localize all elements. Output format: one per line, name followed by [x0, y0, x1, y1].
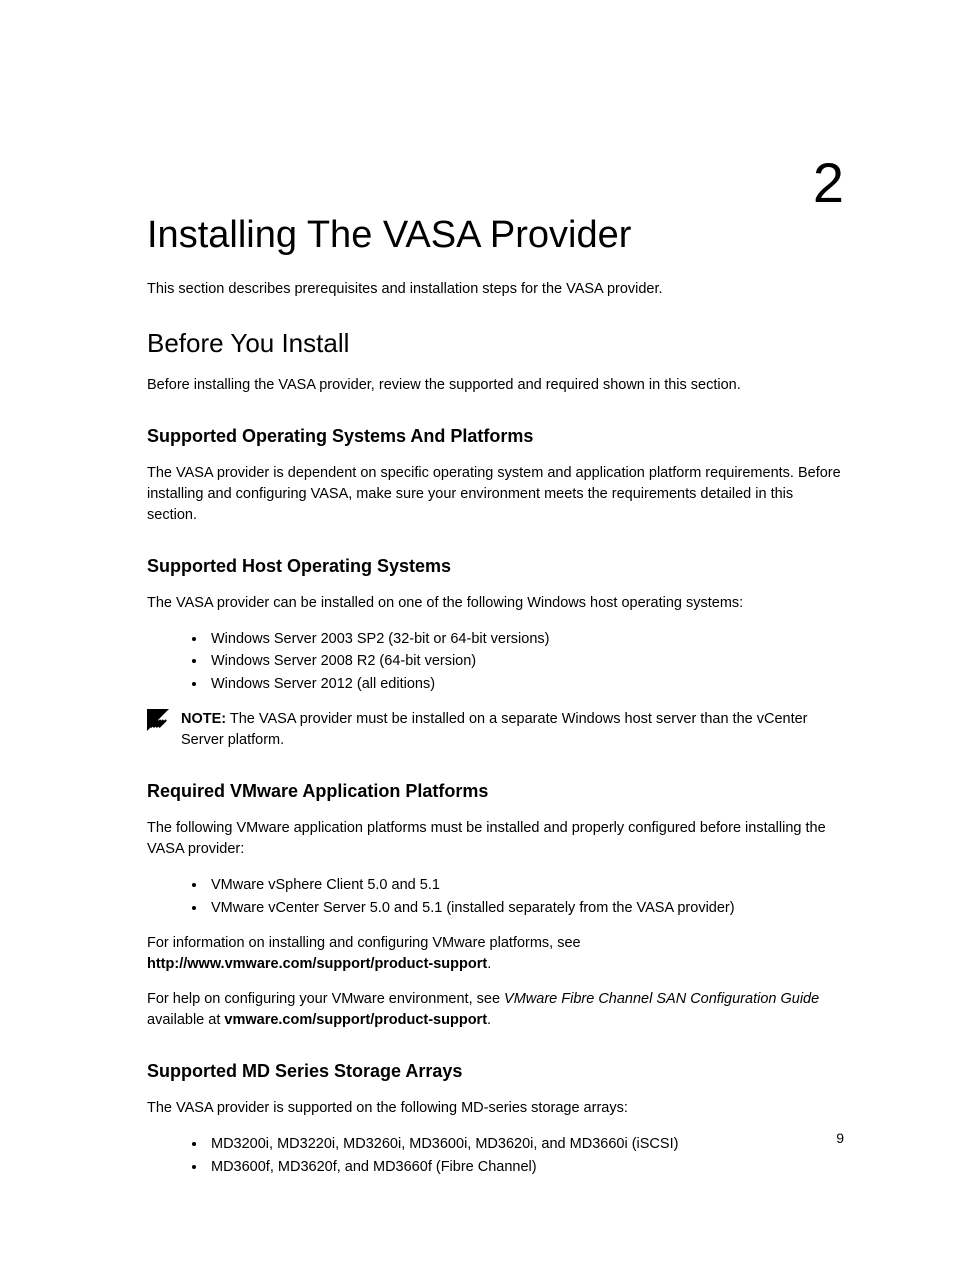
list-item: Windows Server 2003 SP2 (32-bit or 64-bi… — [207, 628, 844, 650]
list-item: Windows Server 2012 (all editions) — [207, 673, 844, 695]
before-install-paragraph: Before installing the VASA provider, rev… — [147, 375, 844, 396]
list-item: VMware vSphere Client 5.0 and 5.1 — [207, 874, 844, 896]
text-fragment: . — [487, 1012, 491, 1028]
subsection-heading-vmware: Required VMware Application Platforms — [147, 781, 844, 802]
note-text: NOTE: The VASA provider must be installe… — [181, 709, 844, 751]
subsection-heading-os-platforms: Supported Operating Systems And Platform… — [147, 426, 844, 447]
vmware-intro: The following VMware application platfor… — [147, 818, 844, 860]
text-link: vmware.com/support/product-support — [224, 1012, 487, 1028]
subsection-heading-host-os: Supported Host Operating Systems — [147, 556, 844, 577]
note-body: The VASA provider must be installed on a… — [181, 711, 808, 748]
md-list: MD3200i, MD3220i, MD3260i, MD3600i, MD36… — [147, 1133, 844, 1178]
page-number: 9 — [836, 1130, 844, 1146]
list-item: Windows Server 2008 R2 (64-bit version) — [207, 650, 844, 672]
page-title: Installing The VASA Provider — [147, 215, 844, 257]
vmware-info-1: For information on installing and config… — [147, 933, 844, 975]
list-item: MD3600f, MD3620f, and MD3660f (Fibre Cha… — [207, 1156, 844, 1178]
subsection-heading-md-arrays: Supported MD Series Storage Arrays — [147, 1061, 844, 1082]
vmware-info-2: For help on configuring your VMware envi… — [147, 989, 844, 1031]
text-fragment: . — [487, 956, 491, 972]
text-fragment: For information on installing and config… — [147, 935, 581, 951]
list-item: VMware vCenter Server 5.0 and 5.1 (insta… — [207, 897, 844, 919]
vmware-list: VMware vSphere Client 5.0 and 5.1 VMware… — [147, 874, 844, 919]
host-os-list: Windows Server 2003 SP2 (32-bit or 64-bi… — [147, 628, 844, 695]
host-os-intro: The VASA provider can be installed on on… — [147, 593, 844, 614]
note-label: NOTE: — [181, 711, 226, 727]
os-platforms-paragraph: The VASA provider is dependent on specif… — [147, 463, 844, 526]
note-block: NOTE: The VASA provider must be installe… — [147, 709, 844, 751]
text-fragment: available at — [147, 1012, 224, 1028]
text-link: http://www.vmware.com/support/product-su… — [147, 956, 487, 972]
doc-title: VMware Fibre Channel SAN Configuration G… — [504, 991, 819, 1007]
document-page: 2 Installing The VASA Provider This sect… — [0, 0, 954, 1178]
text-fragment: For help on configuring your VMware envi… — [147, 991, 504, 1007]
list-item: MD3200i, MD3220i, MD3260i, MD3600i, MD36… — [207, 1133, 844, 1155]
md-intro: The VASA provider is supported on the fo… — [147, 1098, 844, 1119]
section-heading-before-install: Before You Install — [147, 328, 844, 359]
chapter-number: 2 — [813, 155, 844, 211]
intro-paragraph: This section describes prerequisites and… — [147, 279, 844, 300]
note-icon — [147, 709, 169, 731]
